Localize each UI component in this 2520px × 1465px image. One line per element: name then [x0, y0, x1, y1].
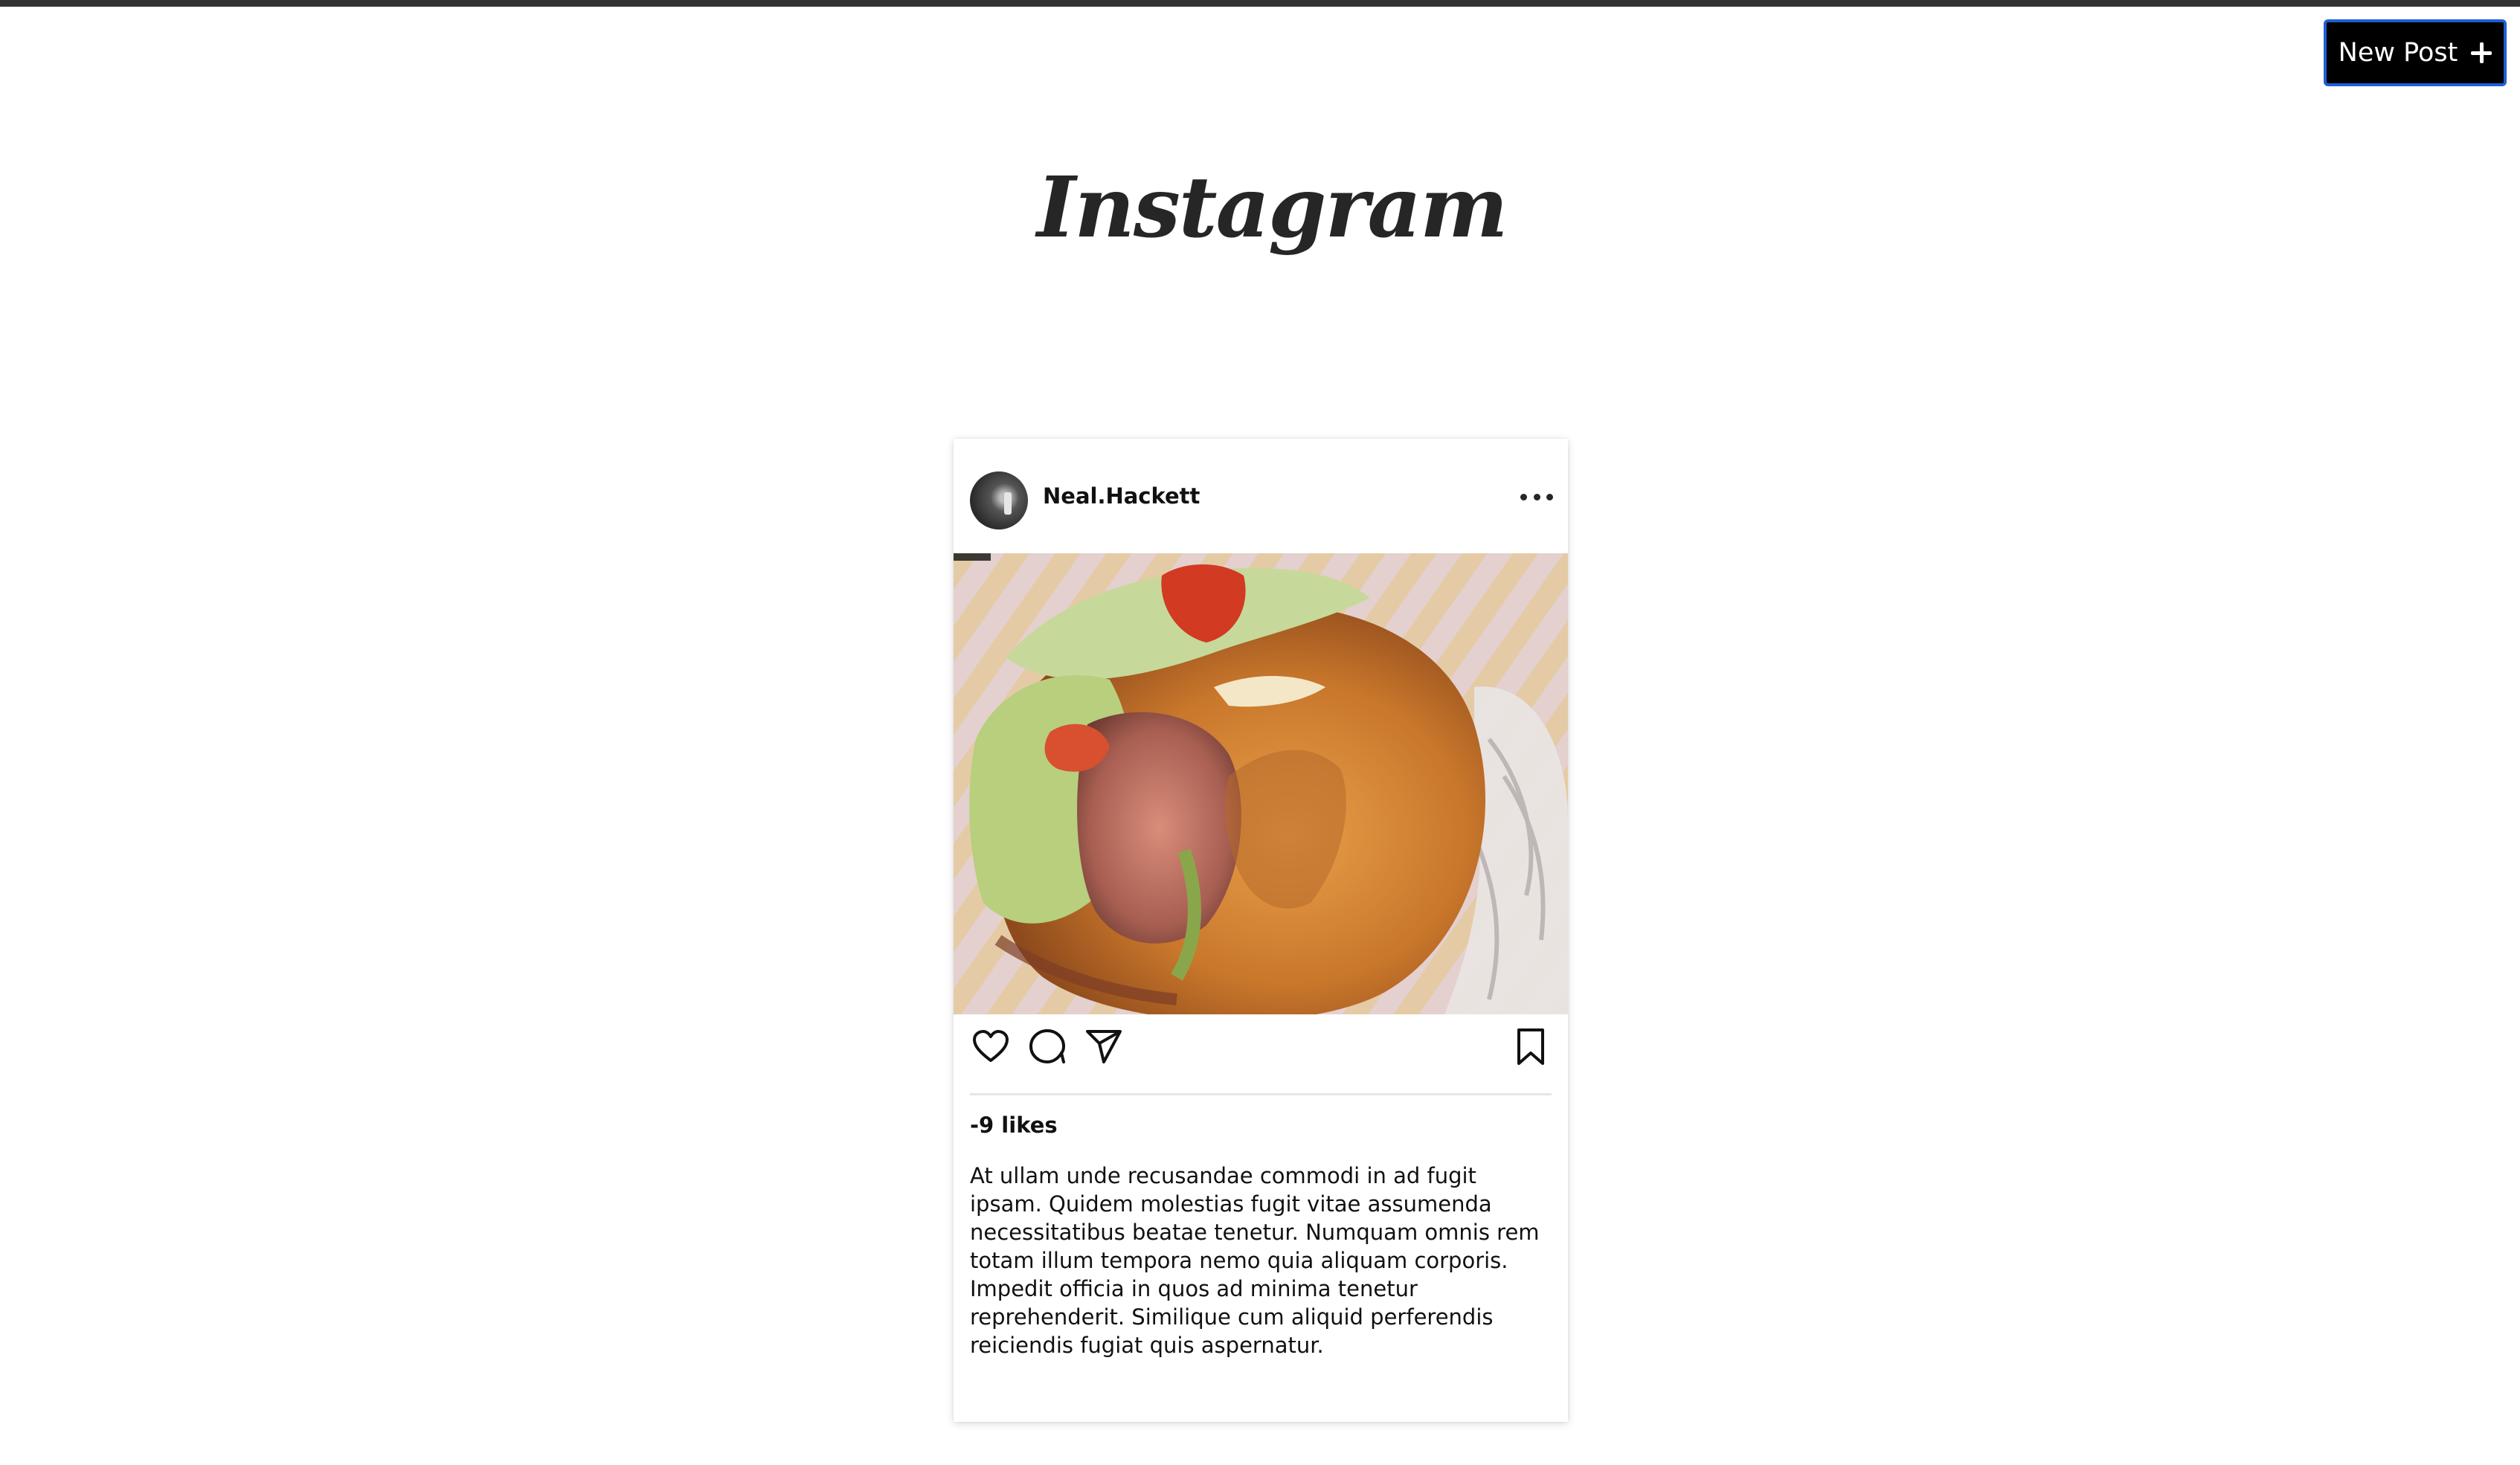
post-actions — [970, 1026, 1552, 1086]
post-caption: At ullam unde recusandae commodi in ad f… — [970, 1163, 1540, 1358]
post-header: Neal.Hackett — [954, 439, 1568, 553]
top-bar — [0, 0, 2520, 7]
likes-count: -9 likes — [970, 1113, 1058, 1138]
avatar[interactable] — [970, 471, 1028, 529]
send-icon[interactable] — [1083, 1026, 1125, 1068]
more-horizontal-icon[interactable] — [1520, 491, 1553, 503]
heart-icon[interactable] — [970, 1026, 1012, 1068]
divider — [970, 1093, 1552, 1095]
post-photo[interactable] — [954, 553, 1568, 1014]
new-post-label: New Post — [2338, 38, 2458, 68]
plus-icon — [2471, 42, 2492, 63]
post-username[interactable]: Neal.Hackett — [1043, 483, 1200, 509]
comment-icon[interactable] — [1026, 1026, 1068, 1068]
post-card: Neal.Hackett -9 likes At ullam unde recu… — [954, 439, 1568, 1422]
instagram-logo: Instagram — [1037, 159, 1508, 257]
new-post-button[interactable]: New Post — [2324, 19, 2507, 86]
bookmark-icon[interactable] — [1510, 1026, 1552, 1068]
